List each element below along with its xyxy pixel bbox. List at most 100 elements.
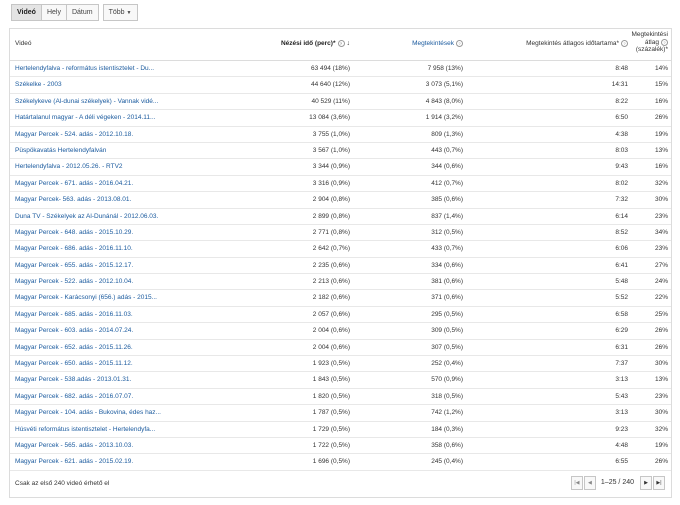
views-cell: 318 (0,5%)	[431, 392, 463, 400]
avg-percent-cell: 19%	[654, 130, 668, 138]
views-cell: 385 (0,6%)	[431, 196, 463, 204]
video-title-link[interactable]: Magyar Percek - Karácsonyi (656.) adás -…	[15, 294, 195, 301]
prev-page-icon[interactable]: ◀	[583, 475, 596, 490]
views-cell: 381 (0,6%)	[431, 278, 463, 286]
video-title-link[interactable]: Magyar Percek - 686. adás - 2016.11.10.	[15, 245, 195, 252]
tab-date[interactable]: Dátum	[65, 4, 99, 21]
video-title-link[interactable]: Székelykeve (Al-dunai székelyek) - Vanna…	[15, 98, 195, 105]
table-row[interactable]: Magyar Percek - 524. adás - 2012.10.18. 3…	[10, 127, 671, 143]
video-title-link[interactable]: Hertelendyfalva - 2012.05.26. - RTV2	[15, 163, 195, 170]
table-row[interactable]: Hertelendyfalva - 2012.05.26. - RTV2 3 34…	[10, 159, 671, 176]
video-title-link[interactable]: Magyar Percek - 652. adás - 2015.11.26.	[15, 344, 195, 351]
table-row[interactable]: Magyar Percek - 686. adás - 2016.11.10. 2…	[10, 241, 671, 258]
video-title-link[interactable]: Húsvéti református istentisztelet - Hert…	[15, 426, 195, 433]
col-avg-duration-header[interactable]: Megtekintés átlagos időtartama*?	[468, 40, 628, 47]
table-row[interactable]: Magyar Percek - 652. adás - 2015.11.26. 2…	[10, 340, 671, 357]
video-title-link[interactable]: Határtalanul magyar - A déli végeken - 2…	[15, 114, 195, 121]
avg-duration-cell: 3:13	[615, 409, 628, 417]
avg-percent-cell: 34%	[654, 228, 668, 236]
col-video-header[interactable]: Videó	[15, 40, 32, 47]
video-title-link[interactable]: Magyar Percek - 621. adás - 2015.02.19.	[15, 458, 195, 465]
avg-percent-cell: 30%	[654, 360, 668, 368]
table-row[interactable]: Magyar Percek - Karácsonyi (656.) adás -…	[10, 290, 671, 307]
video-title-link[interactable]: Magyar Percek - 655. adás - 2015.12.17.	[15, 262, 195, 269]
first-page-icon[interactable]: |◀	[570, 475, 583, 490]
avg-duration-cell: 8:02	[615, 179, 628, 187]
avg-duration-cell: 6:55	[615, 458, 628, 466]
table-body: Hertelendyfalva - református istentiszte…	[10, 61, 671, 471]
video-title-link[interactable]: Magyar Percek - 682. adás - 2016.07.07.	[15, 393, 195, 400]
avg-percent-cell: 16%	[654, 97, 668, 105]
last-page-icon[interactable]: ▶|	[653, 475, 665, 490]
watch-time-cell: 3 755 (1,0%)	[312, 130, 350, 138]
help-icon[interactable]: ?	[337, 40, 345, 47]
table-row[interactable]: Magyar Percek - 648. adás - 2015.10.29. 2…	[10, 225, 671, 242]
table-row[interactable]: Magyar Percek - 565. adás - 2013.10.03. 1…	[10, 438, 671, 455]
video-title-link[interactable]: Magyar Percek - 648. adás - 2015.10.29.	[15, 229, 195, 236]
table-row[interactable]: Magyar Percek - 671. adás - 2016.04.21. 3…	[10, 176, 671, 193]
video-title-link[interactable]: Magyar Percek - 603. adás - 2014.07.24.	[15, 327, 195, 334]
watch-time-cell: 3 567 (1,0%)	[312, 146, 350, 154]
table-row[interactable]: Magyar Percek - 104. adás - Bukovina, éd…	[10, 405, 671, 422]
pagination: |◀ ◀ 1–25 / 240 ▶ ▶|	[570, 475, 665, 490]
video-title-link[interactable]: Magyar Percek - 104. adás - Bukovina, éd…	[15, 409, 195, 416]
table-row[interactable]: Hertelendyfalva - református istentiszte…	[10, 61, 671, 78]
help-icon[interactable]: ?	[661, 38, 668, 46]
video-title-link[interactable]: Magyar Percek - 522. adás - 2012.10.04.	[15, 278, 195, 285]
tab-more[interactable]: Több ▼	[102, 4, 138, 21]
watch-time-cell: 2 899 (0,8%)	[312, 212, 350, 220]
video-title-link[interactable]: Székelke - 2003	[15, 81, 195, 88]
help-icon[interactable]: ?	[456, 40, 463, 47]
avg-percent-cell: 13%	[654, 146, 668, 154]
table-row[interactable]: Magyar Percek - 685. adás - 2016.11.03. 2…	[10, 307, 671, 324]
views-cell: 307 (0,5%)	[431, 343, 463, 351]
watch-time-cell: 1 696 (0,5%)	[312, 458, 350, 466]
video-title-link[interactable]: Magyar Percek - 565. adás - 2013.10.03.	[15, 442, 195, 449]
video-title-link[interactable]: Magyar Percek - 538.adás - 2013.01.31.	[15, 376, 195, 383]
avg-duration-cell: 8:48	[615, 65, 628, 72]
table-row[interactable]: Székelke - 2003 44 640 (12%) 3 073 (5,1%) 1…	[10, 77, 671, 94]
avg-duration-cell: 4:48	[615, 441, 628, 449]
watch-time-cell: 3 316 (0,9%)	[312, 179, 350, 187]
table-row[interactable]: Magyar Percek - 538.adás - 2013.01.31. 1 …	[10, 372, 671, 389]
col-watch-time-header[interactable]: Nézési idő (perc)*? ↓	[210, 40, 350, 47]
tab-video[interactable]: Videó	[11, 4, 42, 21]
table-row[interactable]: Határtalanul magyar - A déli végeken - 2…	[10, 110, 671, 127]
avg-duration-cell: 6:31	[615, 343, 628, 351]
video-title-link[interactable]: Duna TV - Székelyek az Al-Dunánál - 2012…	[15, 213, 195, 220]
table-row[interactable]: Magyar Percek - 650. adás - 2015.11.12. 1…	[10, 356, 671, 373]
views-cell: 412 (0,7%)	[431, 179, 463, 187]
avg-percent-cell: 24%	[654, 278, 668, 286]
video-title-link[interactable]: Magyar Percek - 685. adás - 2016.11.03.	[15, 311, 195, 318]
table-footer: Csak az első 240 videó érhető el |◀ ◀ 1–…	[10, 471, 671, 497]
watch-time-cell: 13 084 (3,6%)	[309, 114, 350, 122]
table-row[interactable]: Magyar Percek - 621. adás - 2015.02.19. 1…	[10, 454, 671, 471]
table-row[interactable]: Magyar Percek - 603. adás - 2014.07.24. 2…	[10, 323, 671, 340]
video-title-link[interactable]: Magyar Percek - 650. adás - 2015.11.12.	[15, 360, 195, 367]
tab-location[interactable]: Hely	[40, 4, 67, 21]
col-views-header[interactable]: Megtekintések?	[360, 40, 463, 47]
table-row[interactable]: Magyar Percek - 655. adás - 2015.12.17. 2…	[10, 258, 671, 275]
col-avg-percent-header[interactable]: Megtekintési átlag? (százalék)*	[608, 31, 668, 54]
next-page-icon[interactable]: ▶	[640, 475, 652, 490]
video-title-link[interactable]: Magyar Percek - 671. adás - 2016.04.21.	[15, 180, 195, 187]
table-row[interactable]: Magyar Percek- 563. adás - 2013.08.01. 2 …	[10, 192, 671, 209]
video-title-link[interactable]: Hertelendyfalva - református istentiszte…	[15, 65, 195, 72]
page-range: 1–25 / 240	[600, 479, 634, 487]
video-title-link[interactable]: Magyar Percek - 524. adás - 2012.10.18.	[15, 131, 195, 138]
avg-duration-cell: 9:43	[615, 163, 628, 171]
watch-time-cell: 2 235 (0,6%)	[312, 261, 350, 269]
table-row[interactable]: Magyar Percek - 522. adás - 2012.10.04. 2…	[10, 274, 671, 291]
avg-percent-cell: 26%	[654, 343, 668, 351]
video-title-link[interactable]: Püspökavatás Hertelendyfalván	[15, 147, 195, 154]
avg-percent-cell: 23%	[654, 245, 668, 253]
watch-time-cell: 1 722 (0,5%)	[312, 441, 350, 449]
views-cell: 3 073 (5,1%)	[425, 81, 463, 89]
table-row[interactable]: Duna TV - Székelyek az Al-Dunánál - 2012…	[10, 209, 671, 225]
table-row[interactable]: Húsvéti református istentisztelet - Hert…	[10, 422, 671, 438]
table-row[interactable]: Püspökavatás Hertelendyfalván 3 567 (1,0%…	[10, 143, 671, 160]
table-row[interactable]: Magyar Percek - 682. adás - 2016.07.07. 1…	[10, 389, 671, 406]
views-cell: 837 (1,4%)	[431, 212, 463, 220]
video-title-link[interactable]: Magyar Percek- 563. adás - 2013.08.01.	[15, 196, 195, 203]
table-row[interactable]: Székelykeve (Al-dunai székelyek) - Vanna…	[10, 94, 671, 111]
